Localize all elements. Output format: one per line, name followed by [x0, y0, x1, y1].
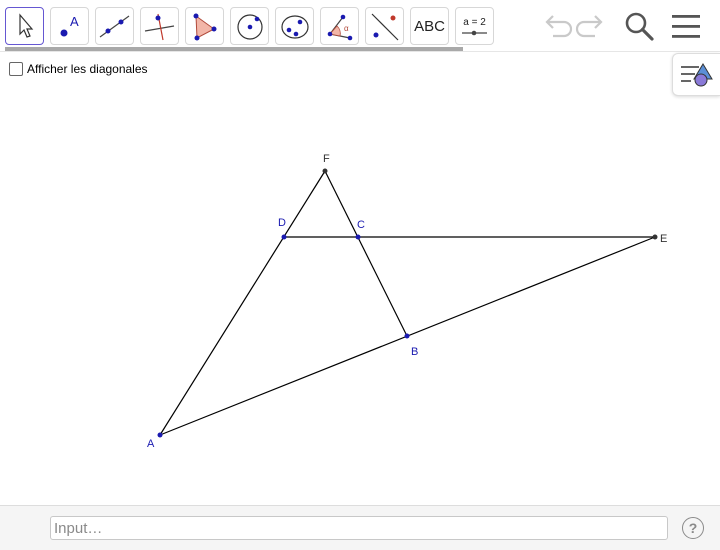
ellipse-icon [281, 15, 309, 39]
redo-button[interactable] [575, 8, 611, 44]
geogebra-app: A α ABC a = 2 A B C D E F Afficher les d… [0, 0, 720, 550]
perpendicular-line-icon [144, 13, 175, 41]
label-C: C [357, 219, 365, 231]
point-tool[interactable]: A [50, 7, 89, 45]
angle-tool[interactable]: α [320, 7, 359, 45]
search-button[interactable] [621, 8, 657, 44]
checkbox-label: Afficher les diagonales [27, 62, 148, 76]
segment-FB[interactable] [324, 170, 408, 337]
polygon-tool[interactable] [185, 7, 224, 45]
text-icon: ABC [414, 17, 445, 35]
point-E[interactable] [652, 234, 658, 240]
style-bar-toggle-button[interactable] [672, 53, 720, 96]
help-icon: ? [688, 520, 698, 536]
input-bar: ? [0, 505, 720, 550]
undo-button[interactable] [537, 8, 573, 44]
slider-tool[interactable]: a = 2 [455, 7, 494, 45]
algebra-input[interactable] [50, 516, 668, 540]
label-A: A [147, 438, 155, 450]
redo-icon [575, 15, 603, 38]
point-D[interactable] [281, 234, 287, 240]
slider-icon: a = 2 [462, 17, 487, 36]
undo-icon [545, 15, 573, 38]
reflect-tool[interactable] [365, 7, 404, 45]
angle-icon: α [327, 14, 353, 41]
show-diagonals-checkbox[interactable]: Afficher les diagonales [9, 62, 148, 76]
circle-tool[interactable] [230, 7, 269, 45]
segment-AF[interactable] [159, 170, 326, 436]
hamburger-menu-icon [672, 15, 700, 38]
help-button[interactable]: ? [682, 517, 704, 539]
label-D: D [278, 217, 286, 229]
label-B: B [411, 346, 418, 358]
cursor-arrow-icon [19, 13, 34, 38]
circle-center-point-icon [237, 14, 263, 40]
polygon-icon [193, 13, 217, 41]
perpendicular-line-tool[interactable] [140, 7, 179, 45]
geometry-canvas[interactable]: A B C D E F [0, 52, 720, 505]
graphics-view[interactable]: A B C D E F [0, 52, 720, 505]
point-icon: A [60, 14, 79, 37]
point-B[interactable] [404, 333, 410, 339]
angle-tool-label: α [344, 24, 349, 33]
point-tool-label: A [70, 14, 79, 29]
search-icon [625, 12, 654, 41]
label-E: E [660, 233, 667, 245]
toolbar: A α ABC a = 2 [0, 0, 720, 52]
text-tool[interactable]: ABC [410, 7, 449, 45]
line-through-points-icon [99, 15, 130, 38]
line-tool[interactable] [95, 7, 134, 45]
ellipse-tool[interactable] [275, 7, 314, 45]
point-C[interactable] [355, 234, 361, 240]
label-F: F [323, 153, 330, 165]
reflect-about-line-icon [371, 13, 399, 41]
point-A[interactable] [157, 432, 163, 438]
move-tool[interactable] [5, 7, 44, 45]
slider-tool-label: a = 2 [463, 17, 486, 28]
checkbox-box[interactable] [9, 62, 23, 76]
main-menu-button[interactable] [668, 8, 704, 44]
style-bar-toggle-icon [681, 63, 713, 87]
point-F[interactable] [322, 168, 328, 174]
